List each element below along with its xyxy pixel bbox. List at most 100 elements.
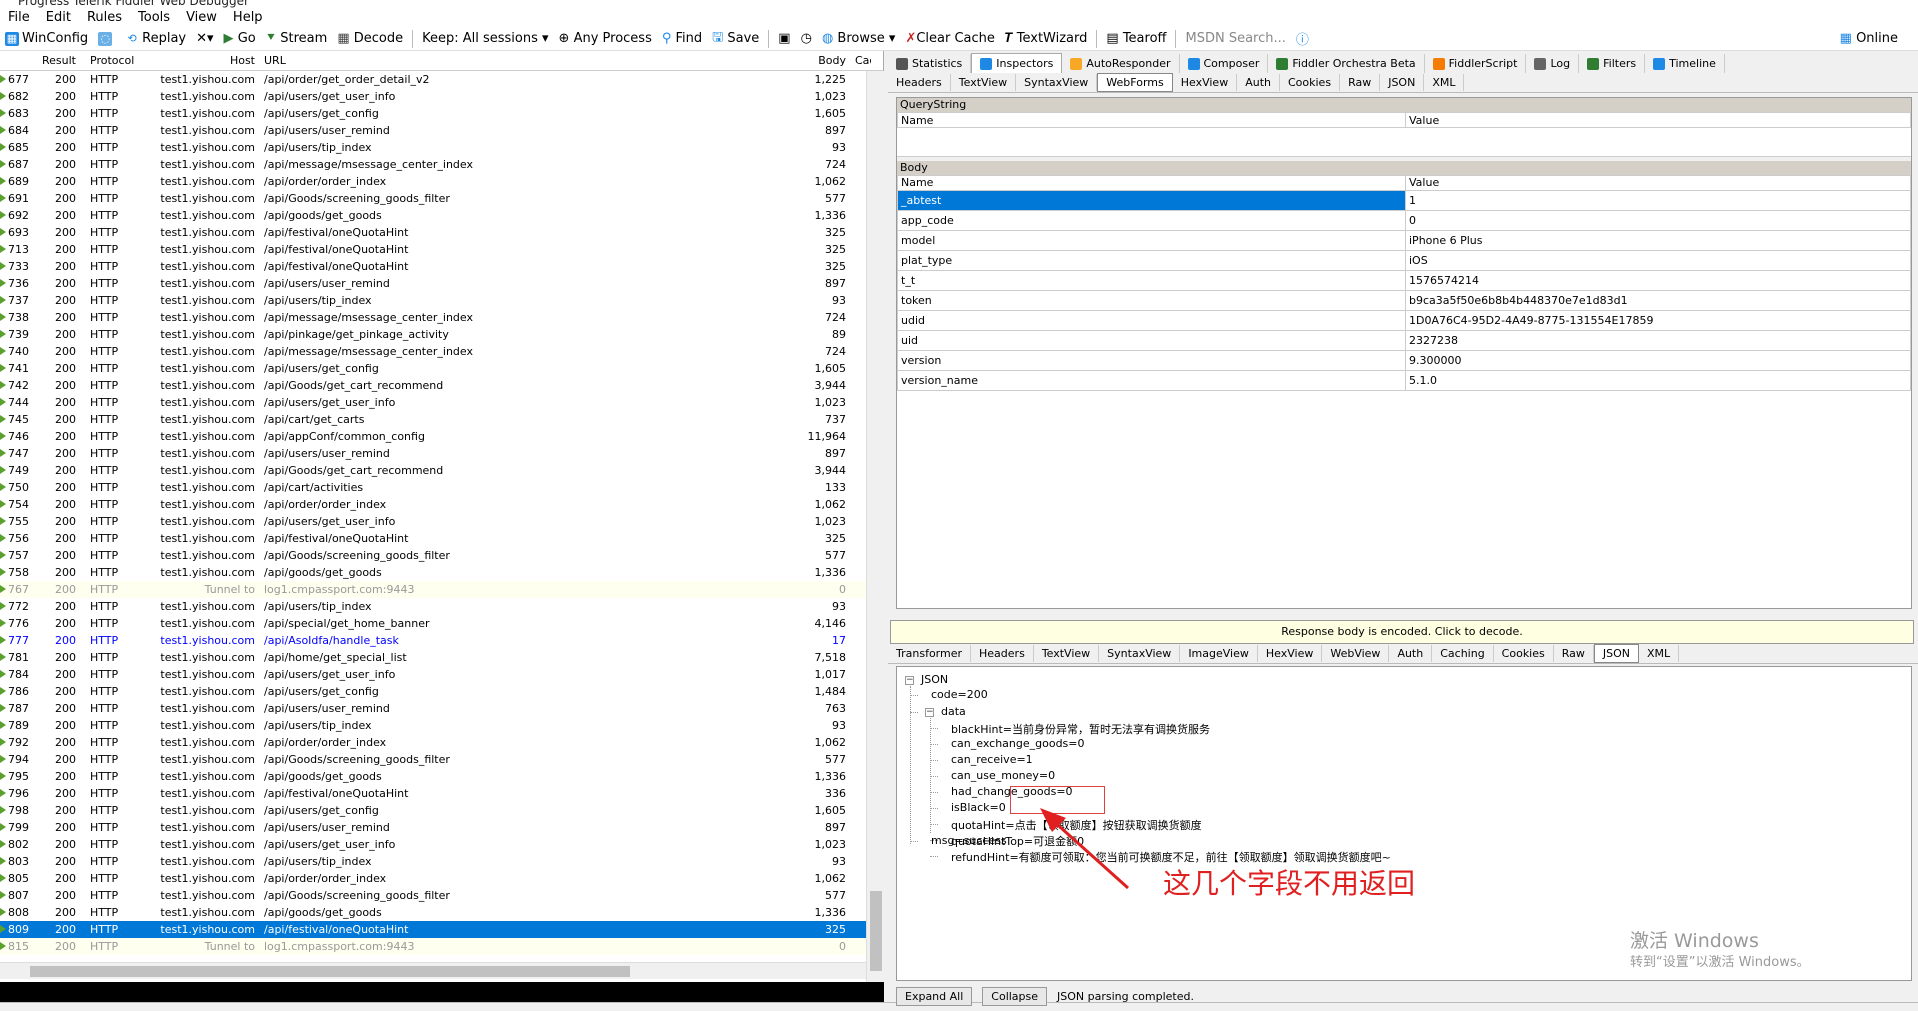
form-value[interactable]: iPhone 6 Plus	[1405, 229, 1911, 251]
form-key[interactable]: app_code	[897, 209, 1406, 231]
req-tab-syntaxview[interactable]: SyntaxView	[1016, 74, 1098, 91]
table-row[interactable]: 809 200 HTTP test1.yishou.com/api/festival/…	[0, 921, 883, 938]
form-value[interactable]: iOS	[1405, 249, 1911, 271]
tab-fiddlerscript[interactable]: FiddlerScript	[1425, 54, 1527, 73]
resp-tab-xml[interactable]: XML	[1639, 645, 1680, 662]
table-row[interactable]: 808 200 HTTP test1.yishou.com/api/goods/get…	[0, 904, 883, 921]
tab-inspectors[interactable]: Inspectors	[971, 53, 1063, 73]
table-row[interactable]: 757 200 HTTP test1.yishou.com/api/Goods/scr…	[0, 547, 883, 564]
table-row[interactable]: 747 200 HTTP test1.yishou.com/api/users/use…	[0, 445, 883, 462]
value-column-header[interactable]: Value	[1405, 174, 1911, 191]
table-row[interactable]: 741 200 HTTP test1.yishou.com/api/users/get…	[0, 360, 883, 377]
json-code[interactable]: code=200	[931, 688, 988, 701]
tab-composer[interactable]: Composer	[1180, 54, 1269, 73]
table-row[interactable]: 815 200 HTTP Tunnel to log1.cmpassport.com:9…	[0, 938, 883, 955]
collapse-toggle-icon[interactable]: −	[925, 708, 934, 717]
table-row[interactable]: 787 200 HTTP test1.yishou.com/api/users/use…	[0, 700, 883, 717]
clear-cache-button[interactable]: ✗ Clear Cache	[900, 28, 999, 50]
table-row[interactable]: 750 200 HTTP test1.yishou.com/api/cart/acti…	[0, 479, 883, 496]
save-button[interactable]: 🖫 Save	[707, 28, 764, 50]
json-field[interactable]: isBlack=0	[951, 801, 1006, 814]
req-tab-headers[interactable]: Headers	[888, 74, 951, 91]
table-row[interactable]: 746 200 HTTP test1.yishou.com/api/appConf/c…	[0, 428, 883, 445]
req-tab-hexview[interactable]: HexView	[1173, 74, 1238, 91]
menu-edit[interactable]: Edit	[38, 10, 79, 25]
col-result-header[interactable]: Result	[38, 54, 86, 67]
table-row[interactable]: 733 200 HTTP test1.yishou.com/api/festival/…	[0, 258, 883, 275]
tab-timeline[interactable]: Timeline	[1645, 54, 1725, 73]
tab-fiddler-orchestra-beta[interactable]: Fiddler Orchestra Beta	[1268, 54, 1425, 73]
json-field[interactable]: can_exchange_goods=0	[951, 737, 1085, 750]
resp-tab-imageview[interactable]: ImageView	[1180, 645, 1258, 662]
value-column-header[interactable]: Value	[1405, 112, 1911, 128]
col-url-header[interactable]: URL	[261, 54, 806, 67]
tearoff-button[interactable]: ▤ Tearoff	[1101, 28, 1171, 50]
table-row[interactable]: 792 200 HTTP test1.yishou.com/api/order/ord…	[0, 734, 883, 751]
resp-tab-raw[interactable]: Raw	[1554, 645, 1594, 662]
comment-button[interactable]: ◌	[93, 28, 120, 50]
online-indicator[interactable]: ▦ Online	[1840, 27, 1898, 49]
table-row[interactable]: 784 200 HTTP test1.yishou.com/api/users/get…	[0, 666, 883, 683]
table-row[interactable]: 802 200 HTTP test1.yishou.com/api/users/get…	[0, 836, 883, 853]
table-row[interactable]: 795 200 HTTP test1.yishou.com/api/goods/get…	[0, 768, 883, 785]
form-row[interactable]: token b9ca3a5f50e6b8b4b448370e7e1d83d1	[897, 289, 1911, 311]
table-row[interactable]: 755 200 HTTP test1.yishou.com/api/users/get…	[0, 513, 883, 530]
table-row[interactable]: 796 200 HTTP test1.yishou.com/api/festival/…	[0, 785, 883, 802]
form-key[interactable]: plat_type	[897, 249, 1406, 271]
req-tab-textview[interactable]: TextView	[951, 74, 1017, 91]
table-row[interactable]: 756 200 HTTP test1.yishou.com/api/festival/…	[0, 530, 883, 547]
horizontal-scrollbar[interactable]	[0, 962, 866, 979]
form-key[interactable]: udid	[897, 309, 1406, 331]
col-protocol-header[interactable]: Protocol	[86, 54, 159, 67]
resp-tab-transformer[interactable]: Transformer	[888, 645, 972, 662]
tab-autoresponder[interactable]: AutoResponder	[1062, 54, 1180, 73]
scrollbar-thumb[interactable]	[870, 891, 882, 971]
table-row[interactable]: 692 200 HTTP test1.yishou.com/api/goods/get…	[0, 207, 883, 224]
table-row[interactable]: 684 200 HTTP test1.yishou.com/api/users/use…	[0, 122, 883, 139]
table-row[interactable]: 789 200 HTTP test1.yishou.com/api/users/tip…	[0, 717, 883, 734]
table-row[interactable]: 776 200 HTTP test1.yishou.com/api/special/g…	[0, 615, 883, 632]
form-row[interactable]: udid 1D0A76C4-95D2-4A49-8775-131554E17859	[897, 309, 1911, 331]
form-value[interactable]: 2327238	[1405, 329, 1911, 351]
name-column-header[interactable]: Name	[897, 112, 1406, 128]
col-cache-header[interactable]: Cac	[851, 54, 871, 67]
name-column-header[interactable]: Name	[897, 174, 1406, 191]
screenshot-button[interactable]: ▣	[773, 28, 795, 50]
form-row[interactable]: version 9.300000	[897, 349, 1911, 371]
table-row[interactable]: 749 200 HTTP test1.yishou.com/api/Goods/get…	[0, 462, 883, 479]
table-row[interactable]: 777 200 HTTP test1.yishou.com/api/AsoIdfa/h…	[0, 632, 883, 649]
table-row[interactable]: 772 200 HTTP test1.yishou.com/api/users/tip…	[0, 598, 883, 615]
msdn-search-input[interactable]: MSDN Search...	[1180, 28, 1290, 50]
resp-tab-json[interactable]: JSON	[1593, 644, 1640, 663]
req-tab-raw[interactable]: Raw	[1340, 74, 1381, 91]
req-tab-xml[interactable]: XML	[1424, 74, 1465, 91]
req-tab-cookies[interactable]: Cookies	[1280, 74, 1341, 91]
timer-button[interactable]: ◷	[796, 28, 817, 50]
form-row[interactable]: _abtest 1	[897, 189, 1911, 211]
decode-button[interactable]: ▦ Decode	[332, 28, 408, 50]
form-value[interactable]: 1D0A76C4-95D2-4A49-8775-131554E17859	[1405, 309, 1911, 331]
menu-rules[interactable]: Rules	[79, 10, 130, 25]
winconfig-button[interactable]: ▦ WinConfig	[0, 28, 93, 50]
col-host-header[interactable]: Host	[159, 54, 261, 67]
menu-help[interactable]: Help	[225, 10, 271, 25]
table-row[interactable]: 687 200 HTTP test1.yishou.com/api/message/m…	[0, 156, 883, 173]
table-row[interactable]: 740 200 HTTP test1.yishou.com/api/message/m…	[0, 343, 883, 360]
resp-tab-hexview[interactable]: HexView	[1258, 645, 1323, 662]
json-root[interactable]: JSON	[921, 673, 948, 686]
resp-tab-headers[interactable]: Headers	[971, 645, 1034, 662]
form-value[interactable]: 1576574214	[1405, 269, 1911, 291]
textwizard-button[interactable]: 𝑻 TextWizard	[1000, 28, 1092, 50]
table-row[interactable]: 736 200 HTTP test1.yishou.com/api/users/use…	[0, 275, 883, 292]
form-row[interactable]: model iPhone 6 Plus	[897, 229, 1911, 251]
collapse-button[interactable]: Collapse	[982, 986, 1048, 1006]
browse-button[interactable]: ◍ Browse ▾	[817, 28, 901, 50]
form-key[interactable]: t_t	[897, 269, 1406, 291]
expand-all-button[interactable]: Expand All	[896, 986, 973, 1006]
table-row[interactable]: 683 200 HTTP test1.yishou.com/api/users/get…	[0, 105, 883, 122]
form-key[interactable]: token	[897, 289, 1406, 311]
table-row[interactable]: 803 200 HTTP test1.yishou.com/api/users/tip…	[0, 853, 883, 870]
table-row[interactable]: 767 200 HTTP Tunnel to log1.cmpassport.com:9…	[0, 581, 883, 598]
table-row[interactable]: 798 200 HTTP test1.yishou.com/api/users/get…	[0, 802, 883, 819]
table-row[interactable]: 737 200 HTTP test1.yishou.com/api/users/tip…	[0, 292, 883, 309]
